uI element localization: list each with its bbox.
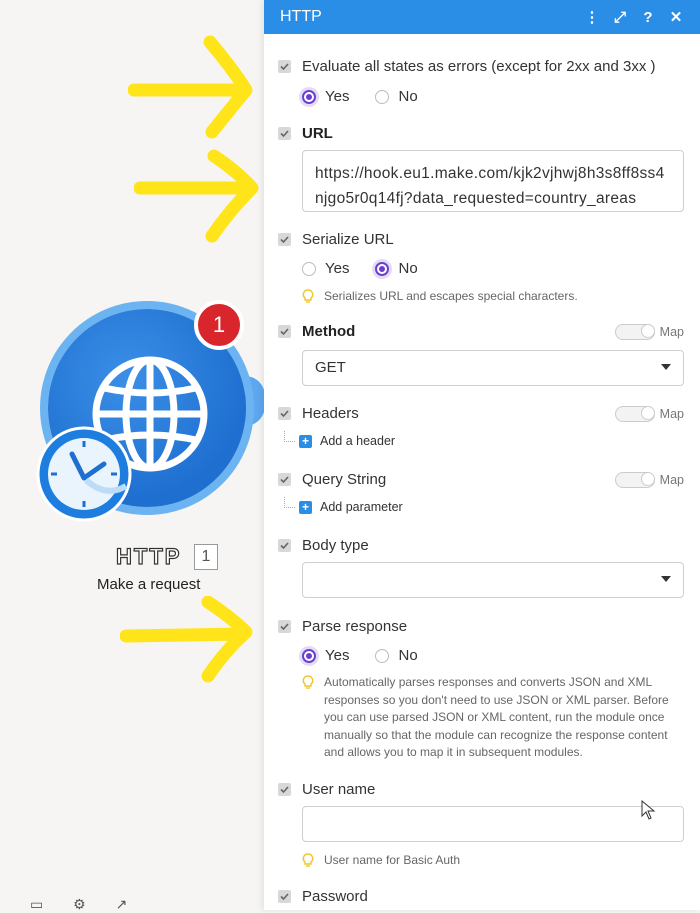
method-select[interactable]: GET: [302, 350, 684, 386]
radio-label: No: [398, 260, 418, 277]
evaluate-no-radio[interactable]: [375, 89, 390, 104]
module-title: HTTP: [115, 543, 182, 569]
headers-map-toggle[interactable]: Map: [614, 406, 684, 422]
serialize-label: Serialize URL: [302, 231, 394, 248]
method-label: Method: [302, 323, 356, 340]
parse-hint: Automatically parses responses and conve…: [302, 674, 689, 762]
radio-label: No: [398, 88, 418, 105]
radio-label: Yes: [325, 88, 350, 105]
lightbulb-icon: [302, 853, 314, 867]
notification-badge: 1: [194, 300, 244, 350]
headers-label: Headers: [302, 405, 359, 422]
method-map-toggle[interactable]: Map: [614, 324, 684, 340]
field-toggle-checkbox[interactable]: [278, 620, 291, 633]
bottom-toolbar: ▭ ⚙ ↗: [30, 896, 153, 913]
map-switch[interactable]: [614, 406, 655, 422]
tree-line: [284, 430, 295, 442]
map-label: Map: [659, 325, 684, 339]
radio-label: Yes: [325, 647, 350, 664]
add-header-button[interactable]: + Add a header: [284, 430, 396, 448]
lightbulb-icon: [302, 675, 314, 689]
dropdown-caret-icon: [661, 576, 671, 582]
map-switch[interactable]: [614, 324, 655, 340]
mouse-cursor-icon: [641, 800, 656, 820]
field-toggle-checkbox[interactable]: [278, 233, 291, 246]
method-value: GET: [315, 359, 346, 376]
field-toggle-checkbox[interactable]: [278, 127, 291, 140]
module-subtitle: Make a request: [97, 576, 201, 593]
scenario-canvas[interactable]: 1 HTTP 1 Make a request ▭ ⚙ ↗: [0, 0, 265, 913]
evaluate-radio-group: Yes No: [302, 88, 444, 105]
evaluate-label: Evaluate all states as errors (except fo…: [302, 58, 656, 75]
radio-label: No: [398, 647, 418, 664]
field-toggle-checkbox[interactable]: [278, 60, 291, 73]
field-toggle-checkbox[interactable]: [278, 890, 291, 903]
lightbulb-icon: [302, 289, 314, 303]
clock-icon: [36, 426, 132, 522]
module-connector[interactable]: [245, 376, 265, 426]
annotation-arrow-icon: [128, 35, 253, 139]
parse-yes-radio[interactable]: [302, 648, 316, 663]
plus-icon: +: [299, 434, 312, 448]
parse-response-label: Parse response: [302, 618, 408, 635]
body-type-label: Body type: [302, 537, 369, 554]
field-toggle-checkbox[interactable]: [278, 407, 291, 420]
map-switch[interactable]: [614, 472, 655, 488]
radio-label: Yes: [325, 260, 350, 277]
query-string-label: Query String: [302, 471, 387, 488]
serialize-no-radio[interactable]: [375, 261, 390, 276]
password-label: Password: [302, 888, 368, 905]
parse-radio-group: Yes No: [302, 647, 444, 664]
username-hint: User name for Basic Auth: [302, 852, 689, 870]
field-toggle-checkbox[interactable]: [278, 325, 291, 338]
field-toggle-checkbox[interactable]: [278, 539, 291, 552]
add-parameter-button[interactable]: + Add parameter: [284, 496, 403, 514]
url-input[interactable]: https://hook.eu1.make.com/kjk2vjhwj8h3s8…: [302, 150, 684, 212]
username-label: User name: [302, 781, 376, 798]
field-toggle-checkbox[interactable]: [278, 783, 291, 796]
field-toggle-checkbox[interactable]: [278, 473, 291, 486]
tree-line: [284, 496, 295, 508]
url-label: URL: [302, 125, 333, 142]
add-parameter-label: Add parameter: [320, 500, 403, 514]
module-number: 1: [194, 544, 218, 570]
map-label: Map: [659, 473, 684, 487]
serialize-yes-radio[interactable]: [302, 261, 316, 276]
help-icon[interactable]: ?: [634, 9, 662, 26]
module-settings-panel: HTTP ⋮ ⤢ ? ✕ Evaluate all states as erro…: [264, 0, 700, 910]
dropdown-caret-icon: [661, 364, 671, 370]
parse-no-radio[interactable]: [375, 648, 390, 663]
panel-header: HTTP ⋮ ⤢ ? ✕: [264, 0, 700, 34]
more-vertical-icon[interactable]: ⋮: [578, 8, 606, 26]
username-input[interactable]: [302, 806, 684, 842]
query-map-toggle[interactable]: Map: [614, 472, 684, 488]
serialize-radio-group: Yes No: [302, 260, 444, 277]
url-value: https://hook.eu1.make.com/kjk2vjhwj8h3s8…: [315, 165, 665, 207]
body-type-select[interactable]: [302, 562, 684, 598]
serialize-hint: Serializes URL and escapes special chara…: [302, 288, 689, 306]
hint-text: Serializes URL and escapes special chara…: [324, 289, 578, 303]
evaluate-yes-radio[interactable]: [302, 89, 316, 104]
add-header-label: Add a header: [320, 434, 396, 448]
map-label: Map: [659, 407, 684, 421]
plus-icon: +: [299, 500, 312, 514]
close-icon[interactable]: ✕: [662, 8, 690, 26]
expand-icon[interactable]: ⤢: [606, 9, 634, 26]
hint-text: User name for Basic Auth: [324, 853, 461, 867]
panel-title: HTTP: [280, 8, 322, 25]
annotation-arrow-icon: [120, 596, 253, 683]
annotation-arrow-icon: [134, 149, 259, 243]
hint-text: Automatically parses responses and conve…: [324, 675, 669, 759]
